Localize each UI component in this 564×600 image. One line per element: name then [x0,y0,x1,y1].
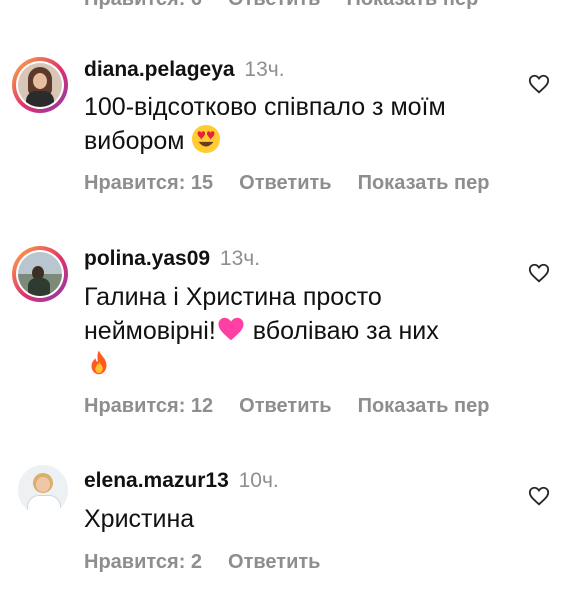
timestamp: 13ч. [219,247,261,270]
comment-text: Христина [84,503,524,536]
comment-header: elena.mazur13 10ч. [84,469,279,493]
comment-text-line: Христина [84,505,195,533]
fire-emoji [91,350,107,375]
comment-actions: Нравится: 15 Ответить Показать пер [84,172,489,195]
comment-text-line-2: неймовірні! вболіваю за них [84,314,524,348]
show-translation-button[interactable]: Показать пер [346,0,478,12]
reply-button[interactable]: Ответить [239,172,331,195]
pink-heart-emoji [218,317,244,341]
comment-text: Галина і Христина просто неймовірні! вбо… [84,281,524,382]
like-heart-icon[interactable] [528,262,550,284]
comment-text-word: вболіваю за них [245,317,439,345]
like-count[interactable]: Нравится: 12 [84,395,213,418]
top-partial-actions: Нравится: 6 Ответить Показать пер [84,0,478,12]
timestamp: 13ч. [244,58,285,81]
show-translation-button[interactable]: Показать пер [358,172,490,195]
comment-actions: Нравится: 2 Ответить [84,551,320,574]
reply-button[interactable]: Ответить [228,0,320,12]
avatar[interactable] [18,465,68,515]
comment-text-line: Галина і Христина просто [84,283,382,311]
reply-button[interactable]: Ответить [228,551,320,574]
comment-text: 100-відсотково співпало з моїм вибором [84,91,524,158]
comment-header: diana.pelageya 13ч. [84,58,285,82]
heart-eyes-emoji [192,124,221,154]
like-heart-icon[interactable] [528,485,550,507]
username[interactable]: elena.mazur13 [84,469,229,492]
comment-text-word: неймовірні! [84,317,216,345]
comment-text-line-2: вибором [84,124,524,158]
timestamp: 10ч. [238,469,279,492]
avatar[interactable] [12,57,68,113]
like-count[interactable]: Нравится: 15 [84,172,213,195]
avatar[interactable] [12,246,68,302]
like-heart-icon[interactable] [528,73,550,95]
like-count[interactable]: Нравится: 6 [84,0,202,12]
comment-text-word: вибором [84,127,185,155]
comment-text-line: 100-відсотково співпало з моїм [84,93,446,121]
comment-header: polina.yas09 13ч. [84,247,260,271]
comment-text-line-3 [84,348,524,382]
reply-button[interactable]: Ответить [239,395,331,418]
show-translation-button[interactable]: Показать пер [358,395,490,418]
comment-actions: Нравится: 12 Ответить Показать пер [84,395,489,418]
like-count[interactable]: Нравится: 2 [84,551,202,574]
username[interactable]: polina.yas09 [84,247,210,270]
username[interactable]: diana.pelageya [84,58,235,81]
